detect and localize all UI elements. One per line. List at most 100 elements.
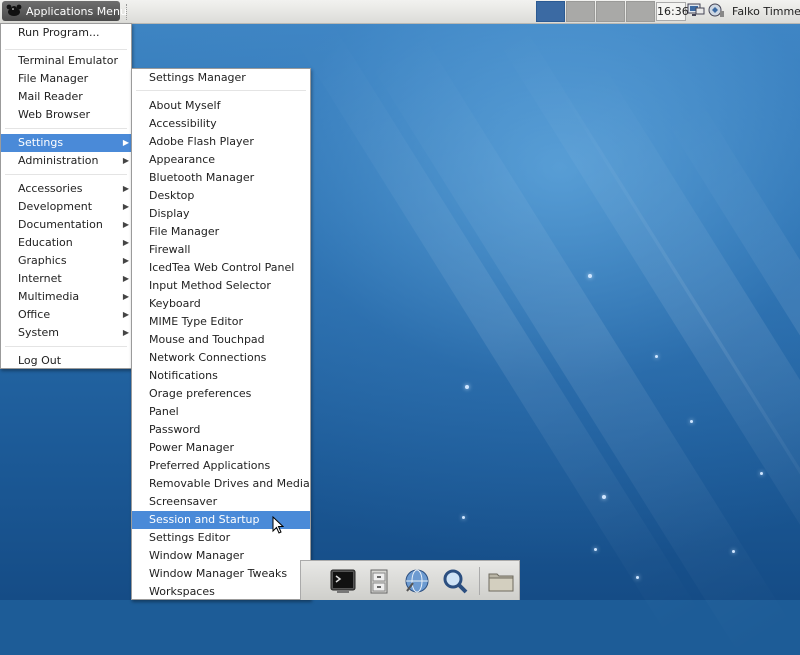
menu-item-label: Office [18, 308, 51, 321]
menu-item-system[interactable]: System ▶ [1, 324, 131, 342]
terminal-icon[interactable] [329, 567, 357, 595]
menu-item-network-connections[interactable]: Network Connections [132, 349, 310, 367]
menu-item-window-manager[interactable]: Window Manager [132, 547, 310, 565]
menu-item-label: About Myself [149, 99, 221, 112]
menu-item-label: Adobe Flash Player [149, 135, 254, 148]
menu-item-label: File Manager [149, 225, 220, 238]
menu-item-label: Workspaces [149, 585, 215, 598]
menu-item-label: Input Method Selector [149, 279, 271, 292]
menu-item-label: Documentation [18, 218, 103, 231]
menu-item-adobe-flash-player[interactable]: Adobe Flash Player [132, 133, 310, 151]
menu-item-about-myself[interactable]: About Myself [132, 97, 310, 115]
power-icon[interactable] [707, 2, 725, 21]
menu-item-label: Log Out [18, 354, 62, 367]
menu-item-label: Run Program... [18, 26, 100, 39]
menu-item-label: Appearance [149, 153, 216, 166]
menu-item-label: System [18, 326, 60, 339]
search-icon[interactable] [441, 567, 469, 595]
menu-item-bluetooth-manager[interactable]: Bluetooth Manager [132, 169, 310, 187]
applications-menu-button[interactable]: Applications Menu [2, 1, 127, 21]
menu-item-screensaver[interactable]: Screensaver [132, 493, 310, 511]
menu-item-accessibility[interactable]: Accessibility [132, 115, 310, 133]
top-panel: Applications Menu 16:36 Falko Timme [0, 0, 800, 24]
menu-item-firewall[interactable]: Firewall [132, 241, 310, 259]
menu-item-mime-type-editor[interactable]: MIME Type Editor [132, 313, 310, 331]
menu-item-label: Internet [18, 272, 62, 285]
menu-item-removable-drives-and-media[interactable]: Removable Drives and Media [132, 475, 310, 493]
menu-item-label: Mail Reader [18, 90, 83, 103]
menu-item-input-method-selector[interactable]: Input Method Selector [132, 277, 310, 295]
menu-item-run-program[interactable]: Run Program... [1, 24, 131, 42]
menu-item-workspaces[interactable]: Workspaces [132, 583, 310, 601]
menu-item-mouse-and-touchpad[interactable]: Mouse and Touchpad [132, 331, 310, 349]
menu-item-label: Screensaver [149, 495, 218, 508]
menu-item-terminal-emulator[interactable]: Terminal Emulator [1, 52, 131, 70]
menu-item-password[interactable]: Password [132, 421, 310, 439]
menu-item-office[interactable]: Office ▶ [1, 306, 131, 324]
menu-item-label: Administration [18, 154, 99, 167]
menu-item-internet[interactable]: Internet ▶ [1, 270, 131, 288]
menu-item-development[interactable]: Development ▶ [1, 198, 131, 216]
menu-item-label: Display [149, 207, 190, 220]
menu-item-documentation[interactable]: Documentation ▶ [1, 216, 131, 234]
menu-item-label: Window Manager Tweaks [149, 567, 288, 580]
menu-item-label: Firewall [149, 243, 191, 256]
menu-item-label: Web Browser [18, 108, 91, 121]
menu-item-power-manager[interactable]: Power Manager [132, 439, 310, 457]
menu-item-display[interactable]: Display [132, 205, 310, 223]
menu-item-orage-preferences[interactable]: Orage preferences [132, 385, 310, 403]
menu-item-label: File Manager [18, 72, 89, 85]
menu-item-label: Password [149, 423, 201, 436]
menu-item-panel[interactable]: Panel [132, 403, 310, 421]
menu-item-settings-manager[interactable]: Settings Manager [132, 69, 310, 87]
menu-item-log-out[interactable]: Log Out [1, 352, 131, 370]
mouse-logo-icon [6, 3, 22, 20]
menu-item-label: Accessories [18, 182, 83, 195]
submenu-arrow-icon: ▶ [122, 220, 129, 229]
dock-separator [479, 567, 480, 595]
clock[interactable]: 16:36 [656, 2, 689, 21]
menu-item-label: Removable Drives and Media [149, 477, 310, 490]
menu-item-graphics[interactable]: Graphics ▶ [1, 252, 131, 270]
workspace-4[interactable] [626, 1, 655, 22]
menu-item-keyboard[interactable]: Keyboard [132, 295, 310, 313]
menu-separator [5, 346, 127, 347]
menu-item-label: Session and Startup [149, 513, 260, 526]
menu-item-label: Panel [149, 405, 179, 418]
menu-item-label: Accessibility [149, 117, 217, 130]
user-name[interactable]: Falko Timme [732, 0, 800, 23]
menu-item-notifications[interactable]: Notifications [132, 367, 310, 385]
submenu-arrow-icon: ▶ [122, 156, 129, 165]
menu-item-label: Settings [18, 136, 64, 149]
applications-menu-label: Applications Menu [26, 4, 127, 18]
menu-item-file-manager[interactable]: File Manager [1, 70, 131, 88]
menu-item-label: IcedTea Web Control Panel [149, 261, 295, 274]
menu-item-icedtea-web-control-panel[interactable]: IcedTea Web Control Panel [132, 259, 310, 277]
menu-item-preferred-applications[interactable]: Preferred Applications [132, 457, 310, 475]
menu-item-label: Preferred Applications [149, 459, 271, 472]
workspace-switcher[interactable] [536, 1, 656, 22]
menu-item-label: Settings Manager [149, 71, 246, 84]
file-cabinet-icon[interactable] [365, 567, 393, 595]
menu-item-education[interactable]: Education ▶ [1, 234, 131, 252]
network-icon[interactable] [687, 2, 705, 21]
menu-item-mail-reader[interactable]: Mail Reader [1, 88, 131, 106]
workspace-1[interactable] [536, 1, 565, 22]
bottom-dock [300, 560, 520, 600]
menu-item-multimedia[interactable]: Multimedia ▶ [1, 288, 131, 306]
panel-separator [126, 4, 129, 20]
menu-item-accessories[interactable]: Accessories ▶ [1, 180, 131, 198]
menu-item-file-manager-settings[interactable]: File Manager [132, 223, 310, 241]
workspace-3[interactable] [596, 1, 625, 22]
workspace-2[interactable] [566, 1, 595, 22]
menu-separator [5, 174, 127, 175]
folder-icon[interactable] [487, 567, 515, 595]
menu-item-appearance[interactable]: Appearance [132, 151, 310, 169]
menu-item-desktop[interactable]: Desktop [132, 187, 310, 205]
menu-item-web-browser[interactable]: Web Browser [1, 106, 131, 124]
submenu-arrow-icon: ▶ [122, 138, 129, 147]
web-browser-icon[interactable] [403, 567, 431, 595]
menu-item-administration[interactable]: Administration ▶ [1, 152, 131, 170]
menu-item-settings[interactable]: Settings ▶ [1, 134, 131, 152]
menu-item-window-manager-tweaks[interactable]: Window Manager Tweaks [132, 565, 310, 583]
